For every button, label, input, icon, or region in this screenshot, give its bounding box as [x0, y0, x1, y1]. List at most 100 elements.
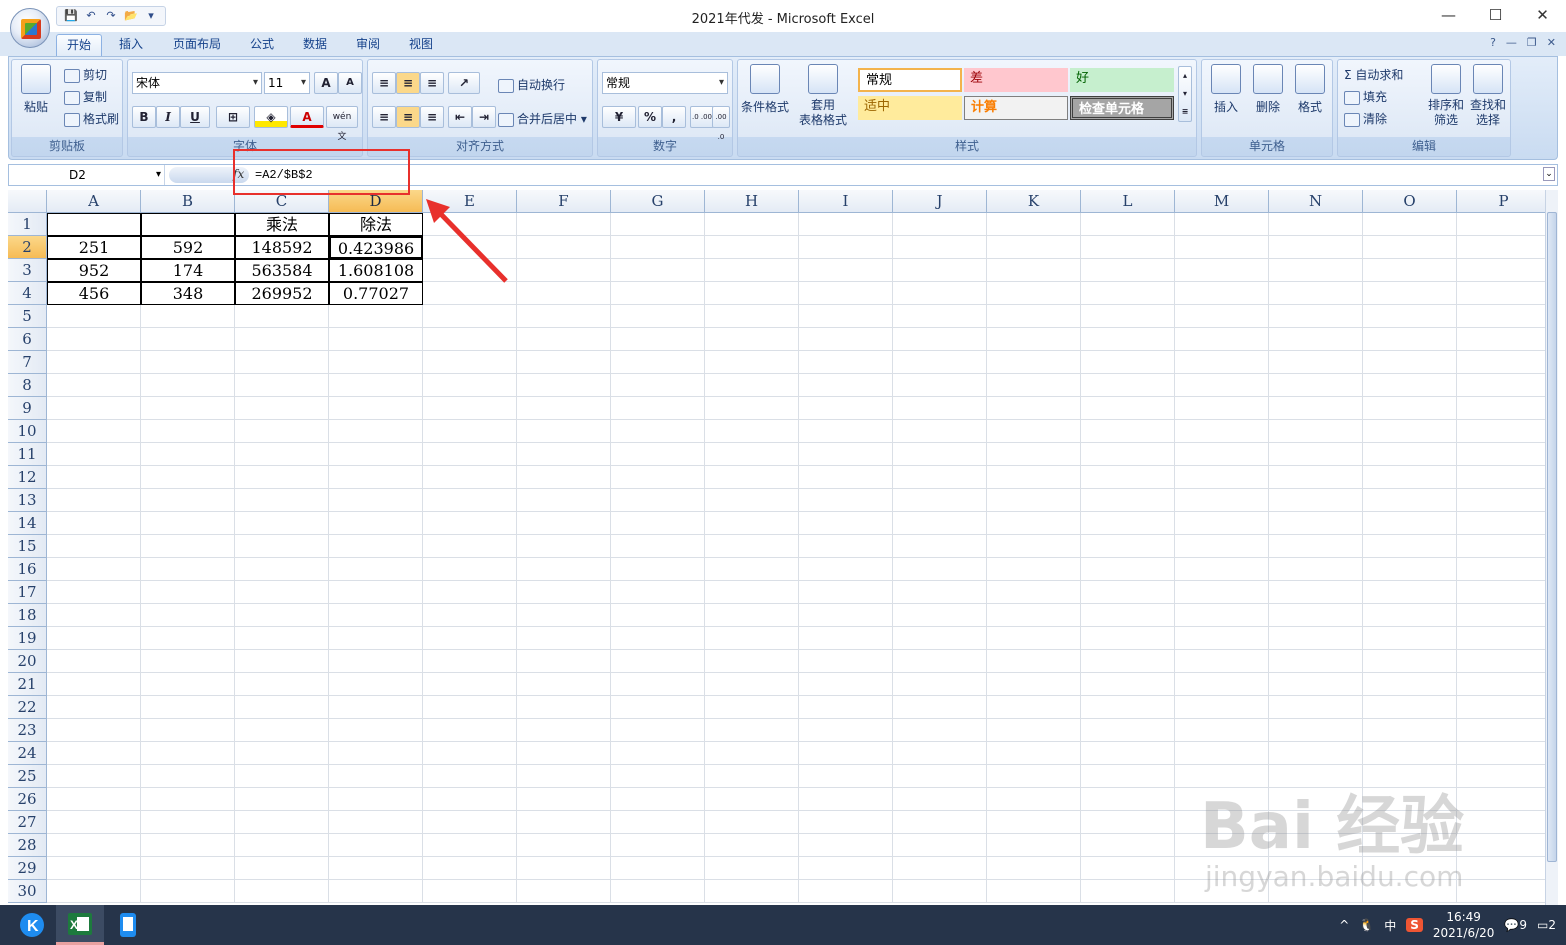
cell-k12[interactable]: [987, 466, 1081, 489]
cut-button[interactable]: 剪切: [64, 66, 107, 83]
cell-d6[interactable]: [329, 328, 423, 351]
font-size-select[interactable]: 11: [264, 72, 310, 94]
cell-c25[interactable]: [235, 765, 329, 788]
sogou-icon[interactable]: S: [1406, 918, 1423, 932]
cell-n5[interactable]: [1269, 305, 1363, 328]
sort-filter-button[interactable]: 排序和 筛选: [1426, 64, 1466, 128]
cell-a14[interactable]: [47, 512, 141, 535]
cell-l8[interactable]: [1081, 374, 1175, 397]
cell-m19[interactable]: [1175, 627, 1269, 650]
cell-b20[interactable]: [141, 650, 235, 673]
column-header-k[interactable]: K: [987, 190, 1081, 213]
tab-page-layout[interactable]: 页面布局: [163, 34, 231, 56]
cell-f5[interactable]: [517, 305, 611, 328]
cell-i1[interactable]: [799, 213, 893, 236]
cell-f27[interactable]: [517, 811, 611, 834]
row-header-8[interactable]: 8: [8, 374, 47, 397]
cell-d2[interactable]: 0.423986: [329, 236, 423, 259]
cell-i15[interactable]: [799, 535, 893, 558]
cell-i7[interactable]: [799, 351, 893, 374]
grow-font-button[interactable]: A: [314, 72, 338, 94]
cell-j6[interactable]: [893, 328, 987, 351]
cell-l5[interactable]: [1081, 305, 1175, 328]
cell-g16[interactable]: [611, 558, 705, 581]
row-header-17[interactable]: 17: [8, 581, 47, 604]
cell-i10[interactable]: [799, 420, 893, 443]
cell-o23[interactable]: [1363, 719, 1457, 742]
cell-l24[interactable]: [1081, 742, 1175, 765]
cell-f29[interactable]: [517, 857, 611, 880]
cell-n1[interactable]: [1269, 213, 1363, 236]
cell-c18[interactable]: [235, 604, 329, 627]
autosum-button[interactable]: Σ 自动求和: [1344, 66, 1403, 83]
cell-h17[interactable]: [705, 581, 799, 604]
cell-h20[interactable]: [705, 650, 799, 673]
action-center-icon[interactable]: ▭2: [1537, 918, 1556, 932]
cell-m11[interactable]: [1175, 443, 1269, 466]
cell-b22[interactable]: [141, 696, 235, 719]
cell-k21[interactable]: [987, 673, 1081, 696]
cell-p5[interactable]: [1457, 305, 1545, 328]
copy-button[interactable]: 复制: [64, 88, 107, 105]
cell-i20[interactable]: [799, 650, 893, 673]
cell-m4[interactable]: [1175, 282, 1269, 305]
cell-c2[interactable]: 148592: [235, 236, 329, 259]
row-header-29[interactable]: 29: [8, 857, 47, 880]
shrink-font-button[interactable]: A: [338, 72, 362, 94]
cell-o11[interactable]: [1363, 443, 1457, 466]
row-header-15[interactable]: 15: [8, 535, 47, 558]
cell-e14[interactable]: [423, 512, 517, 535]
row-header-4[interactable]: 4: [8, 282, 47, 305]
delete-cells-button[interactable]: 删除: [1248, 64, 1288, 115]
cell-j1[interactable]: [893, 213, 987, 236]
cell-m15[interactable]: [1175, 535, 1269, 558]
cell-p3[interactable]: [1457, 259, 1545, 282]
cell-d18[interactable]: [329, 604, 423, 627]
row-header-14[interactable]: 14: [8, 512, 47, 535]
styles-scroll[interactable]: ▴ ▾ ≡: [1178, 66, 1192, 122]
cell-b2[interactable]: 592: [141, 236, 235, 259]
row-header-22[interactable]: 22: [8, 696, 47, 719]
cell-i26[interactable]: [799, 788, 893, 811]
cell-e16[interactable]: [423, 558, 517, 581]
cell-p29[interactable]: [1457, 857, 1545, 880]
row-header-9[interactable]: 9: [8, 397, 47, 420]
align-middle-button[interactable]: ≡: [396, 72, 420, 94]
column-header-n[interactable]: N: [1269, 190, 1363, 213]
cell-j30[interactable]: [893, 880, 987, 903]
row-header-16[interactable]: 16: [8, 558, 47, 581]
cell-c19[interactable]: [235, 627, 329, 650]
cell-p30[interactable]: [1457, 880, 1545, 903]
cell-k19[interactable]: [987, 627, 1081, 650]
row-header-30[interactable]: 30: [8, 880, 47, 903]
cell-e25[interactable]: [423, 765, 517, 788]
row-header-24[interactable]: 24: [8, 742, 47, 765]
cell-e13[interactable]: [423, 489, 517, 512]
cell-o9[interactable]: [1363, 397, 1457, 420]
cell-m16[interactable]: [1175, 558, 1269, 581]
cell-c17[interactable]: [235, 581, 329, 604]
cell-d19[interactable]: [329, 627, 423, 650]
cell-n21[interactable]: [1269, 673, 1363, 696]
cell-d24[interactable]: [329, 742, 423, 765]
style-bad[interactable]: 差: [964, 68, 1068, 92]
cell-p20[interactable]: [1457, 650, 1545, 673]
cell-d10[interactable]: [329, 420, 423, 443]
cell-g15[interactable]: [611, 535, 705, 558]
cell-g27[interactable]: [611, 811, 705, 834]
cell-h7[interactable]: [705, 351, 799, 374]
cell-k3[interactable]: [987, 259, 1081, 282]
cell-b26[interactable]: [141, 788, 235, 811]
align-bottom-button[interactable]: ≡: [420, 72, 444, 94]
cell-a26[interactable]: [47, 788, 141, 811]
row-header-19[interactable]: 19: [8, 627, 47, 650]
orientation-button[interactable]: ↗: [448, 72, 480, 94]
cell-e27[interactable]: [423, 811, 517, 834]
insert-cells-button[interactable]: 插入: [1206, 64, 1246, 115]
cell-m21[interactable]: [1175, 673, 1269, 696]
increase-indent-button[interactable]: ⇥: [472, 106, 496, 128]
cell-j2[interactable]: [893, 236, 987, 259]
cell-i13[interactable]: [799, 489, 893, 512]
cell-p1[interactable]: [1457, 213, 1545, 236]
font-name-select[interactable]: 宋体: [132, 72, 262, 94]
